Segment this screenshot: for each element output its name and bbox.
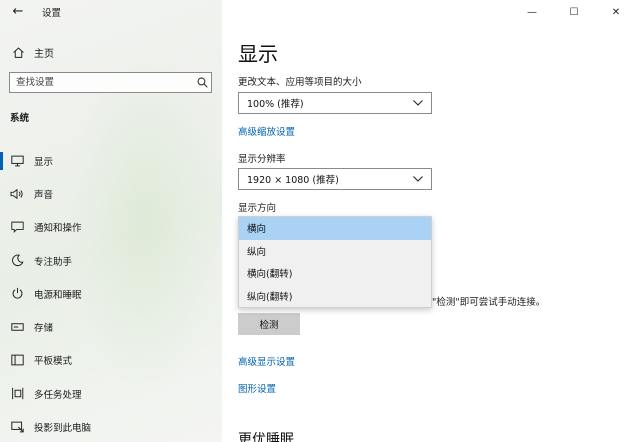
- sidebar-nav: 显示 声音 通知和操作 专注助手 电源和睡眠 存储 平板模式 多任务处理 投影到…: [0, 144, 222, 442]
- scale-label: 更改文本、应用等项目的大小: [238, 77, 362, 88]
- search-box[interactable]: [9, 72, 212, 93]
- orientation-option-landscape-flipped[interactable]: 横向(翻转): [239, 262, 431, 285]
- orientation-option-portrait[interactable]: 纵向: [239, 240, 431, 263]
- sidebar-item-label: 声音: [34, 189, 54, 201]
- speaker-icon: [10, 187, 24, 201]
- detect-button[interactable]: 检测: [238, 313, 300, 335]
- sidebar-item-focus-assist[interactable]: 专注助手: [0, 244, 222, 277]
- sidebar-item-label: 平板模式: [34, 356, 73, 368]
- sidebar-item-label: 投影到此电脑: [34, 423, 92, 435]
- sidebar-item-label: 多任务处理: [34, 389, 82, 401]
- close-button[interactable]: ✕: [598, 0, 634, 24]
- tablet-icon: [10, 353, 24, 367]
- power-icon: [10, 287, 24, 301]
- sidebar-item-tablet-mode[interactable]: 平板模式: [0, 344, 222, 377]
- chevron-down-icon: [413, 174, 423, 184]
- orientation-dropdown-list: 横向 纵向 横向(翻转) 纵向(翻转): [238, 216, 432, 308]
- advanced-scaling-link[interactable]: 高级缩放设置: [238, 124, 295, 138]
- maximize-button[interactable]: ☐: [556, 0, 592, 24]
- sidebar-item-home[interactable]: 主页: [10, 44, 54, 60]
- orientation-option-landscape[interactable]: 横向: [239, 217, 431, 240]
- section-title-system: 系统: [10, 113, 30, 124]
- minimize-icon: —: [527, 6, 537, 18]
- notification-icon: [10, 220, 24, 234]
- moon-icon: [10, 254, 24, 268]
- advanced-display-link[interactable]: 高级显示设置: [238, 354, 295, 368]
- sidebar-item-project-to-pc[interactable]: 投影到此电脑: [0, 410, 222, 442]
- resolution-label: 显示分辨率: [238, 154, 286, 165]
- sidebar-item-power[interactable]: 电源和睡眠: [0, 277, 222, 310]
- resolution-value: 1920 × 1080 (推荐): [247, 175, 339, 186]
- graphics-settings-link[interactable]: 图形设置: [238, 381, 276, 395]
- orientation-label: 显示方向: [238, 203, 277, 214]
- home-label: 主页: [34, 48, 54, 60]
- back-arrow-icon: ←: [12, 4, 24, 19]
- sidebar-item-label: 通知和操作: [34, 223, 82, 235]
- search-icon[interactable]: [193, 74, 211, 92]
- sidebar-item-multitasking[interactable]: 多任务处理: [0, 377, 222, 410]
- sidebar-item-storage[interactable]: 存储: [0, 310, 222, 343]
- scale-value: 100% (推荐): [247, 99, 304, 110]
- maximize-icon: ☐: [569, 6, 579, 18]
- detect-hint-text: "检测"即可尝试手动连接。: [432, 297, 546, 308]
- storage-icon: [10, 320, 24, 334]
- sidebar-item-notifications[interactable]: 通知和操作: [0, 211, 222, 244]
- window-title: 设置: [42, 8, 62, 19]
- orientation-option-portrait-flipped[interactable]: 纵向(翻转): [239, 285, 431, 308]
- resolution-dropdown[interactable]: 1920 × 1080 (推荐): [238, 168, 432, 190]
- project-icon: [10, 420, 24, 434]
- sidebar-item-label: 专注助手: [34, 256, 73, 268]
- home-icon: [10, 44, 26, 60]
- search-input[interactable]: [10, 73, 193, 92]
- close-icon: ✕: [611, 6, 621, 18]
- section-heading-cut: 更优睡眠: [238, 432, 294, 442]
- page-title: 显示: [238, 42, 278, 66]
- sidebar-item-label: 存储: [34, 323, 54, 335]
- multitask-icon: [10, 387, 24, 401]
- back-button[interactable]: ←: [10, 4, 26, 20]
- sidebar-item-display[interactable]: 显示: [0, 144, 222, 177]
- sidebar-item-label: 显示: [34, 156, 54, 168]
- monitor-icon: [10, 154, 24, 168]
- sidebar: ← 设置 主页 系统 显示 声音 通知: [0, 0, 222, 442]
- sidebar-item-label: 电源和睡眠: [34, 289, 82, 301]
- scale-dropdown[interactable]: 100% (推荐): [238, 92, 432, 114]
- chevron-down-icon: [413, 98, 423, 108]
- sidebar-item-sound[interactable]: 声音: [0, 177, 222, 210]
- minimize-button[interactable]: —: [514, 0, 550, 24]
